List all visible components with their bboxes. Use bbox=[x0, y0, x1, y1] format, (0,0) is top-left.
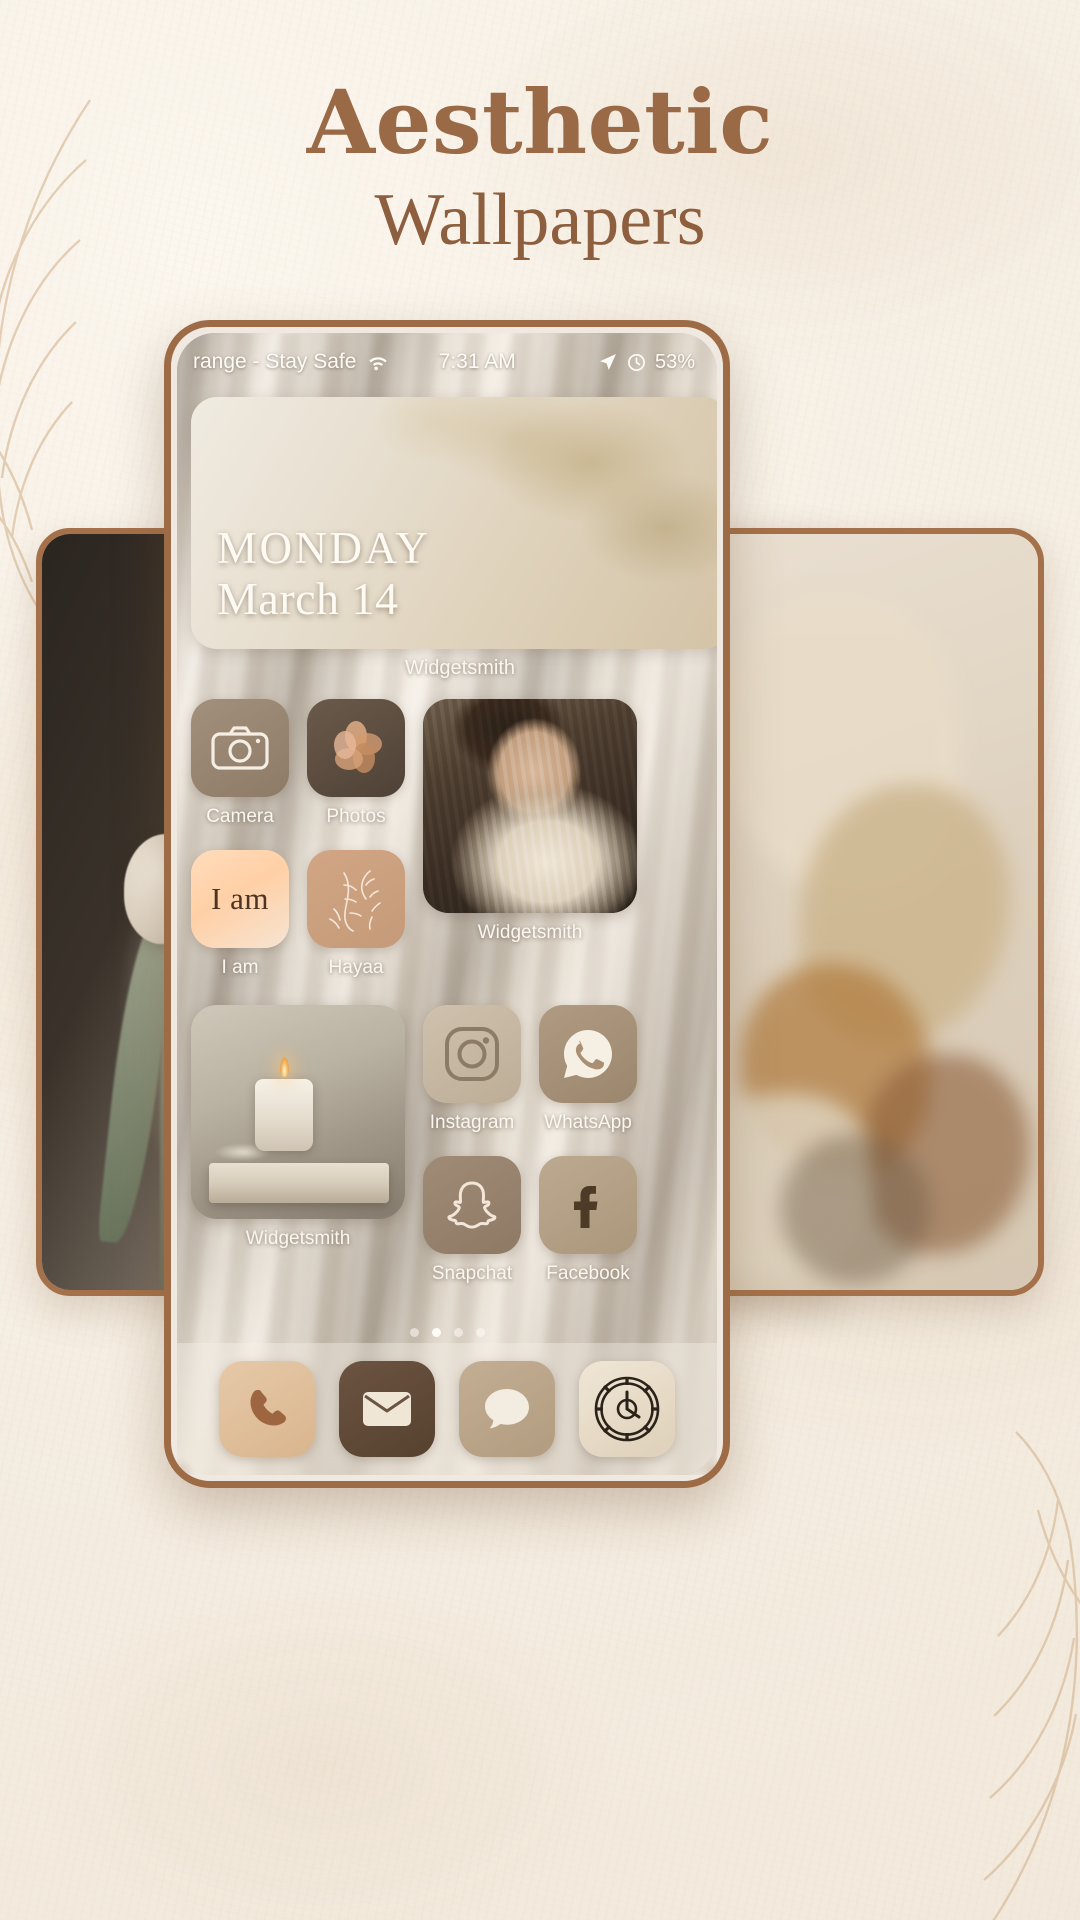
dock-mail-button[interactable] bbox=[339, 1361, 435, 1457]
snapchat-ghost-icon bbox=[447, 1181, 497, 1229]
envelope-icon bbox=[363, 1392, 411, 1426]
camera-icon bbox=[211, 726, 269, 770]
app-row-1: Camera Photos I am I am Hayaa Widgetsmit… bbox=[191, 699, 717, 979]
phone-mockup: range - Stay Safe 7:31 AM 53% MONDAY Mar… bbox=[164, 320, 730, 1488]
app-i-am[interactable]: I am I am bbox=[191, 850, 289, 979]
dock-settings-button[interactable] bbox=[579, 1361, 675, 1457]
headline-line-2: Wallpapers bbox=[374, 178, 706, 261]
whatsapp-tile[interactable] bbox=[539, 1005, 637, 1103]
portrait-photo-widget[interactable] bbox=[423, 699, 637, 913]
photos-pinwheel-icon bbox=[334, 721, 382, 773]
app-label-hayaa: Hayaa bbox=[328, 957, 384, 978]
line-art-face-icon bbox=[329, 870, 381, 932]
app-camera[interactable]: Camera bbox=[191, 699, 289, 828]
app-label-facebook: Facebook bbox=[546, 1263, 630, 1284]
camera-tile[interactable] bbox=[191, 699, 289, 797]
app-label-camera: Camera bbox=[206, 806, 274, 827]
date-label: March 14 bbox=[217, 573, 399, 625]
facebook-icon bbox=[574, 1186, 598, 1228]
dock bbox=[177, 1343, 717, 1475]
carrier-label: range - Stay Safe bbox=[193, 350, 357, 373]
page-dot-3[interactable] bbox=[453, 1328, 463, 1337]
wifi-icon bbox=[369, 357, 388, 371]
widget-caption-portrait: Widgetsmith bbox=[477, 922, 583, 943]
app-label-i-am: I am bbox=[221, 957, 259, 978]
app-row-2: I am I am Hayaa bbox=[191, 850, 405, 979]
app-label-snapchat: Snapchat bbox=[431, 1263, 513, 1284]
location-arrow-icon bbox=[599, 354, 616, 370]
phone-screen: range - Stay Safe 7:31 AM 53% MONDAY Mar… bbox=[177, 333, 717, 1475]
app-instagram[interactable]: Instagram bbox=[423, 1005, 521, 1134]
portrait-photo bbox=[423, 699, 637, 913]
app-facebook[interactable]: Facebook bbox=[539, 1156, 637, 1285]
date-photo-widget[interactable]: MONDAY March 14 bbox=[191, 397, 717, 649]
clock-time: 7:31 AM bbox=[438, 350, 516, 373]
page-dot-2[interactable] bbox=[431, 1328, 441, 1337]
page-dot-4[interactable] bbox=[475, 1328, 485, 1337]
status-bar-left: range - Stay Safe bbox=[193, 350, 390, 374]
home-screen-grid: Camera Photos I am I am Hayaa Widgetsmit… bbox=[191, 699, 717, 1285]
gear-icon bbox=[594, 1376, 660, 1442]
app-whatsapp[interactable]: WhatsApp bbox=[539, 1005, 637, 1134]
app-row-3: Widgetsmith Instagram WhatsApp Snapchat … bbox=[191, 1005, 717, 1285]
date-text-block: MONDAY March 14 bbox=[217, 522, 431, 625]
whatsapp-icon bbox=[564, 1030, 612, 1078]
open-book bbox=[209, 1163, 389, 1203]
app-label-instagram: Instagram bbox=[429, 1112, 515, 1133]
i-am-tile-text: I am bbox=[211, 881, 269, 916]
instagram-icon bbox=[445, 1027, 499, 1081]
instagram-tile[interactable] bbox=[423, 1005, 521, 1103]
dock-messages-button[interactable] bbox=[459, 1361, 555, 1457]
candle-jar bbox=[255, 1079, 313, 1151]
dock-phone-button[interactable] bbox=[219, 1361, 315, 1457]
headline-line-1: Aesthetic bbox=[306, 70, 774, 174]
app-label-whatsapp: WhatsApp bbox=[544, 1112, 632, 1133]
app-row-4: Snapchat Facebook bbox=[423, 1156, 637, 1285]
phone-handset-icon bbox=[250, 1389, 286, 1426]
page-title: Aesthetic Wallpapers bbox=[0, 70, 1080, 261]
i-am-tile[interactable]: I am bbox=[191, 850, 289, 948]
app-portrait-widget-group[interactable]: Widgetsmith bbox=[423, 699, 637, 944]
app-label-photos: Photos bbox=[326, 806, 386, 827]
battery-percentage: 53% bbox=[654, 350, 695, 373]
widget-caption-top: Widgetsmith bbox=[404, 657, 516, 679]
status-bar: range - Stay Safe 7:31 AM 53% bbox=[177, 341, 717, 383]
app-photos[interactable]: Photos bbox=[307, 699, 405, 828]
candle-flame bbox=[280, 1057, 289, 1077]
candle-photo-widget[interactable] bbox=[191, 1005, 405, 1219]
app-candle-widget-group[interactable]: Widgetsmith bbox=[191, 1005, 405, 1250]
status-bar-right: 53% bbox=[598, 351, 695, 374]
day-of-week-label: MONDAY bbox=[217, 522, 431, 573]
hayaa-tile[interactable] bbox=[307, 850, 405, 948]
photos-tile[interactable] bbox=[307, 699, 405, 797]
page-indicator-dots[interactable] bbox=[177, 1328, 717, 1337]
facebook-tile[interactable] bbox=[539, 1156, 637, 1254]
app-snapchat[interactable]: Snapchat bbox=[423, 1156, 521, 1285]
app-hayaa[interactable]: Hayaa bbox=[307, 850, 405, 979]
speech-bubble-icon bbox=[485, 1389, 529, 1429]
page-dot-1[interactable] bbox=[409, 1328, 419, 1337]
alarm-icon bbox=[628, 353, 645, 371]
snapchat-tile[interactable] bbox=[423, 1156, 521, 1254]
page-background: Aesthetic Wallpapers range - Stay Safe 7… bbox=[0, 0, 1080, 1920]
widget-caption-candle: Widgetsmith bbox=[245, 1228, 351, 1249]
